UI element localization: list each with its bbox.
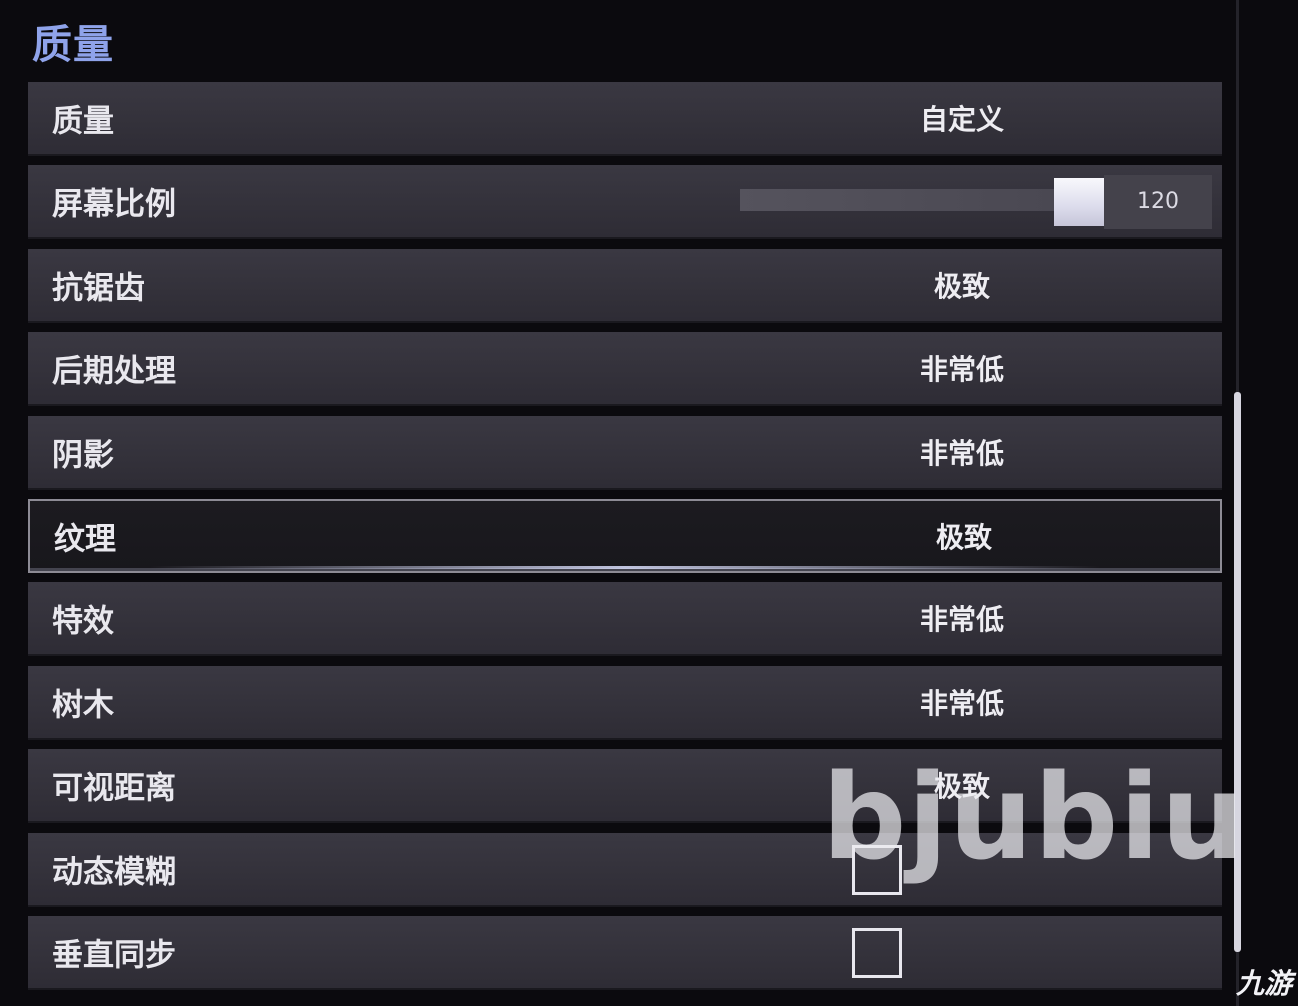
- setting-row-motion-blur[interactable]: 动态模糊: [28, 832, 1222, 907]
- screen-scale-slider[interactable]: 120: [740, 175, 1212, 230]
- scrollbar-thumb[interactable]: [1234, 392, 1241, 952]
- slider-handle[interactable]: [1054, 178, 1104, 227]
- setting-label: 屏幕比例: [52, 186, 176, 223]
- setting-row-shadows[interactable]: 阴影 非常低: [28, 415, 1222, 490]
- settings-list: 质量 自定义 屏幕比例 120 抗锯齿 极致 后期处理 非常低 阴影 非常低 纹…: [28, 82, 1222, 999]
- corner-logo: 九游: [1235, 967, 1292, 1000]
- setting-row-textures[interactable]: 纹理 极致: [28, 498, 1222, 573]
- setting-label: 特效: [52, 603, 114, 640]
- setting-label: 可视距离: [52, 770, 176, 807]
- setting-label: 抗锯齿: [52, 270, 145, 307]
- slider-value: 120: [1137, 189, 1179, 215]
- setting-row-quality[interactable]: 质量 自定义: [28, 82, 1222, 156]
- setting-row-foliage[interactable]: 树木 非常低: [28, 665, 1222, 740]
- setting-label: 纹理: [54, 521, 116, 558]
- setting-label: 阴影: [52, 437, 114, 474]
- setting-row-anti-aliasing[interactable]: 抗锯齿 极致: [28, 248, 1222, 323]
- vsync-checkbox[interactable]: [852, 927, 902, 978]
- setting-label: 垂直同步: [52, 937, 176, 974]
- motion-blur-checkbox[interactable]: [852, 844, 902, 895]
- setting-label: 动态模糊: [52, 854, 176, 891]
- setting-row-view-distance[interactable]: 可视距离 极致: [28, 749, 1222, 824]
- setting-row-screen-scale[interactable]: 屏幕比例 120: [28, 165, 1222, 240]
- setting-label: 后期处理: [52, 353, 176, 390]
- setting-row-effects[interactable]: 特效 非常低: [28, 582, 1222, 657]
- slider-track[interactable]: [740, 189, 1058, 212]
- section-title: 质量: [32, 22, 114, 68]
- setting-label: 质量: [52, 103, 114, 140]
- setting-row-vsync[interactable]: 垂直同步: [28, 915, 1222, 990]
- setting-row-post-processing[interactable]: 后期处理 非常低: [28, 332, 1222, 407]
- setting-label: 树木: [52, 687, 114, 724]
